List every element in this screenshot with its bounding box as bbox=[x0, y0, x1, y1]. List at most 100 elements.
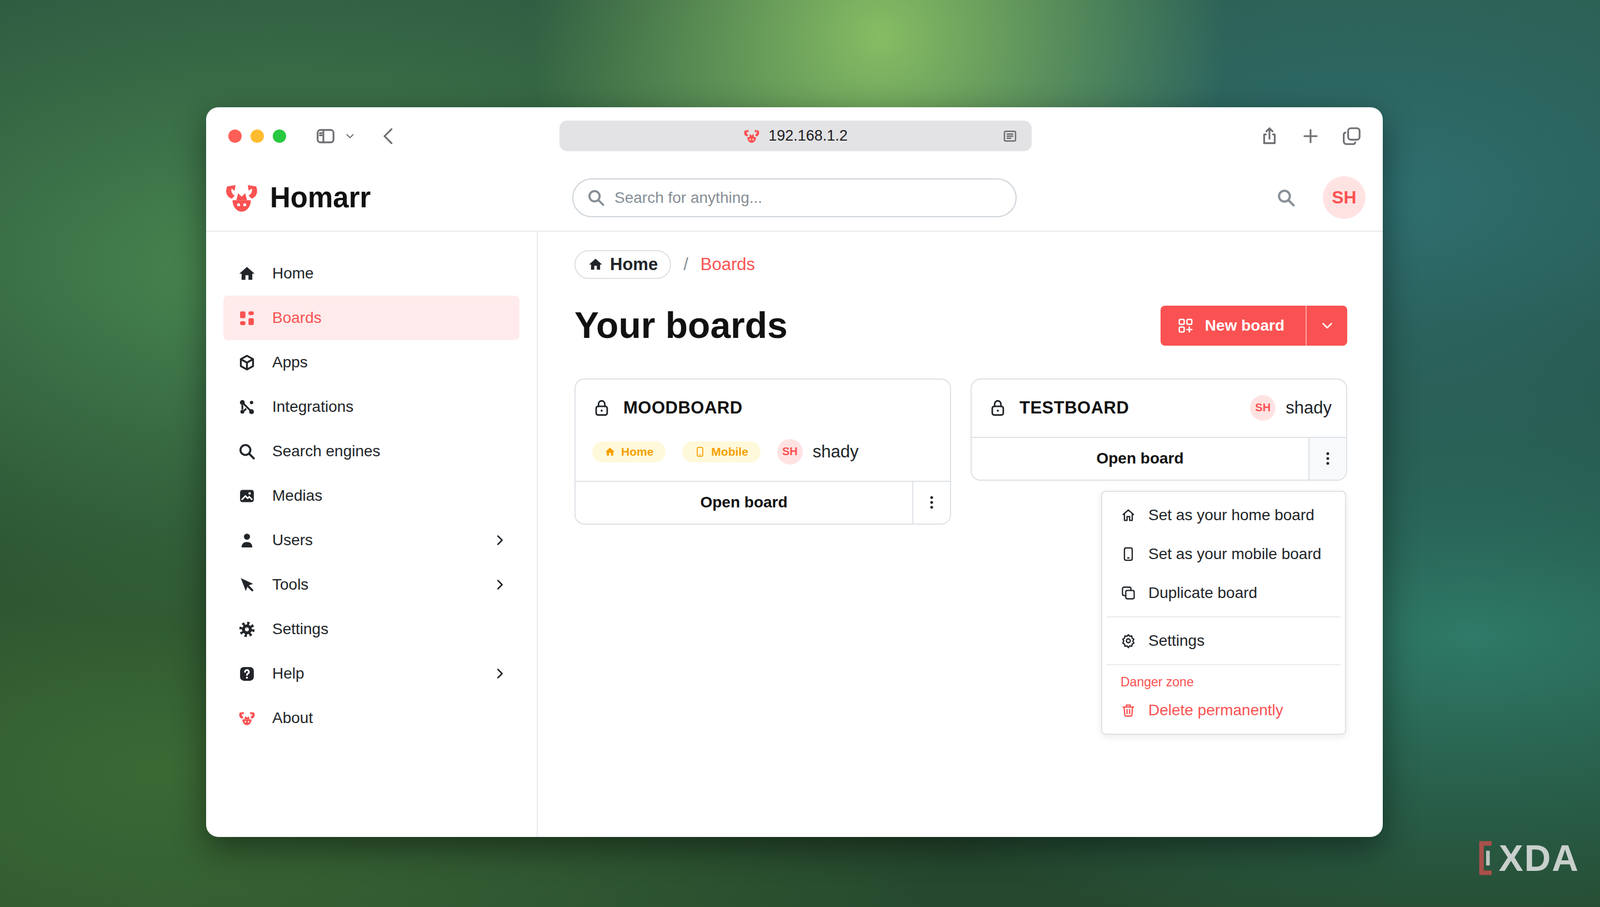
sidebar-item[interactable]: Tools bbox=[223, 562, 520, 607]
sidebar-item[interactable]: Home bbox=[223, 251, 520, 296]
reader-icon[interactable] bbox=[1001, 127, 1019, 145]
board-menu-button[interactable] bbox=[1308, 437, 1347, 480]
tabs-icon[interactable] bbox=[1341, 125, 1363, 147]
menu-item[interactable]: Settings bbox=[1102, 621, 1345, 660]
chevron-right-icon bbox=[491, 665, 509, 682]
zoom-button[interactable] bbox=[272, 129, 287, 143]
board-card-slot: MOODBOARDHomeMobileSHshadyOpen board bbox=[574, 378, 952, 525]
sidebar-label: Help bbox=[272, 664, 476, 683]
plus-icon[interactable] bbox=[1300, 125, 1322, 147]
image-icon bbox=[237, 486, 257, 505]
menu-item[interactable]: Delete permanently bbox=[1102, 690, 1345, 730]
menu-item[interactable]: Set as your home board bbox=[1102, 495, 1345, 535]
mobile-icon bbox=[694, 446, 706, 458]
lock-icon bbox=[592, 398, 612, 418]
open-board-button[interactable]: Open board bbox=[575, 481, 913, 524]
dots-vertical-icon bbox=[923, 493, 940, 511]
user-avatar[interactable]: SH bbox=[1322, 176, 1366, 219]
menu-item[interactable]: Duplicate board bbox=[1102, 573, 1345, 613]
search-placeholder: Search for anything... bbox=[614, 188, 763, 207]
new-board-dropdown[interactable] bbox=[1305, 305, 1348, 346]
new-board-label: New board bbox=[1205, 316, 1285, 335]
breadcrumb-separator: / bbox=[683, 254, 689, 275]
board-card-slot: TESTBOARDSHshadyOpen boardSet as your ho… bbox=[970, 378, 1348, 481]
home-icon bbox=[1120, 507, 1137, 523]
back-arrow-icon[interactable] bbox=[378, 125, 400, 147]
board-tag: Mobile bbox=[682, 441, 761, 463]
dots-vertical-icon bbox=[1319, 450, 1337, 467]
chevron-right-icon bbox=[491, 531, 509, 549]
user-icon bbox=[237, 531, 257, 550]
sidebar-label: Medias bbox=[272, 486, 509, 505]
lock-icon bbox=[988, 398, 1008, 418]
breadcrumb-item[interactable]: Boards bbox=[700, 254, 755, 275]
sidebar-label: Settings bbox=[272, 620, 509, 638]
app-header: Homarr Search for anything... SH bbox=[206, 164, 1383, 232]
sidebar-item[interactable]: Search engines bbox=[223, 428, 520, 474]
sidebar-item[interactable]: Apps bbox=[223, 340, 520, 385]
new-board-button[interactable]: New board bbox=[1160, 305, 1348, 346]
sidebar: Home Boards AppsIntegrationsSearch engines… bbox=[206, 231, 538, 837]
sidebar-item[interactable]: About bbox=[223, 695, 520, 740]
board-name: TESTBOARD bbox=[1019, 397, 1129, 418]
new-board-icon bbox=[1177, 317, 1194, 334]
close-button[interactable] bbox=[228, 129, 242, 143]
board-card: TESTBOARD SH shady Open board bbox=[970, 378, 1348, 481]
cursor-icon bbox=[237, 575, 257, 594]
sidebar-item[interactable]: Help bbox=[223, 651, 520, 696]
app-body: Home Boards AppsIntegrationsSearch engines… bbox=[206, 231, 1383, 837]
minimize-button[interactable] bbox=[250, 129, 264, 143]
sidebar-item[interactable]: Settings bbox=[223, 606, 520, 652]
search-field[interactable]: Search for anything... bbox=[572, 178, 1017, 218]
owner-name: shady bbox=[1285, 397, 1332, 418]
window-controls bbox=[228, 129, 287, 143]
sidebar-label: About bbox=[272, 708, 509, 727]
sidebar-item[interactable]: Integrations bbox=[223, 384, 520, 429]
share-icon[interactable] bbox=[1258, 125, 1280, 147]
new-board-main[interactable]: New board bbox=[1160, 305, 1306, 346]
menu-section-label: Danger zone bbox=[1102, 668, 1345, 691]
sidebar-item[interactable]: Boards bbox=[223, 295, 520, 340]
chevron-down-icon[interactable] bbox=[343, 130, 357, 143]
brand[interactable]: Homarr bbox=[223, 179, 573, 217]
board-menu-button[interactable] bbox=[912, 481, 950, 524]
trash-icon bbox=[1120, 702, 1137, 718]
board-name: MOODBOARD bbox=[623, 397, 743, 418]
home-icon bbox=[237, 264, 257, 283]
sidebar-toggle-icon[interactable] bbox=[315, 125, 337, 147]
address-bar[interactable]: 192.168.1.2 bbox=[559, 120, 1032, 152]
mobile-icon bbox=[1120, 546, 1137, 562]
sidebar-label: Home bbox=[272, 264, 509, 283]
menu-divider bbox=[1106, 663, 1341, 665]
main-content: Home / Boards Your boards New board MOODBOARD… bbox=[537, 231, 1383, 837]
gear-icon bbox=[1120, 632, 1137, 649]
board-card: MOODBOARDHomeMobileSHshadyOpen board bbox=[574, 378, 952, 525]
owner-avatar: SH bbox=[777, 438, 803, 465]
board-owner: SH shady bbox=[1250, 395, 1332, 421]
breadcrumb-item[interactable]: Home bbox=[574, 250, 672, 279]
board-menu: Set as your home boardSet as your mobile… bbox=[1101, 490, 1347, 735]
sidebar-item[interactable]: Users bbox=[223, 517, 520, 563]
address-text: 192.168.1.2 bbox=[768, 127, 848, 145]
sidebar-label: Boards bbox=[272, 308, 509, 327]
gear-icon bbox=[237, 620, 257, 639]
sidebar-label: Users bbox=[272, 531, 476, 549]
app-name: Homarr bbox=[270, 181, 371, 214]
menu-item[interactable]: Set as your mobile board bbox=[1102, 534, 1345, 574]
sidebar-label: Tools bbox=[272, 575, 476, 594]
homarr-logo-icon bbox=[742, 127, 761, 145]
board-grid: MOODBOARDHomeMobileSHshadyOpen boardTEST… bbox=[574, 378, 1348, 525]
search-icon[interactable] bbox=[1276, 187, 1297, 208]
open-board-button[interactable]: Open board bbox=[971, 437, 1309, 480]
owner-avatar: SH bbox=[1250, 395, 1276, 421]
page-title: Your boards bbox=[574, 304, 788, 347]
sidebar-item[interactable]: Medias bbox=[223, 473, 520, 518]
browser-window: 192.168.1.2 Homarr Search for anything... S… bbox=[206, 107, 1383, 837]
homarr-logo-icon bbox=[237, 708, 257, 728]
watermark-text: XDA bbox=[1498, 836, 1580, 879]
watermark: XDA bbox=[1476, 836, 1580, 879]
integrations-icon bbox=[237, 397, 257, 417]
owner-name: shady bbox=[812, 441, 859, 462]
home-icon bbox=[587, 256, 604, 273]
desktop: 192.168.1.2 Homarr Search for anything... S… bbox=[0, 0, 1600, 907]
